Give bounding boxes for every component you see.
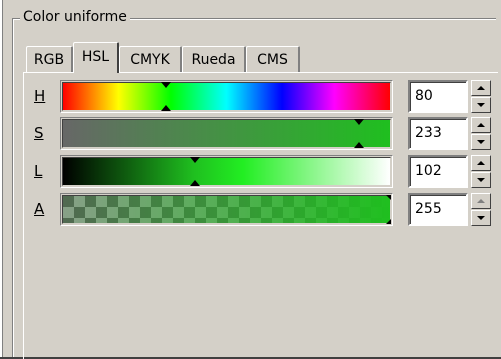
tab-rueda[interactable]: Rueda — [182, 46, 246, 73]
tab-cmyk[interactable]: CMYK — [119, 46, 182, 73]
tab-panel-hsl — [23, 72, 498, 359]
tab-hsl[interactable]: HSL — [73, 42, 119, 73]
window-edge-left-shadow — [2, 0, 3, 359]
tab-rgb[interactable]: RGB — [26, 46, 73, 73]
tab-cms[interactable]: CMS — [246, 46, 300, 73]
group-title: Color uniforme — [20, 8, 130, 26]
